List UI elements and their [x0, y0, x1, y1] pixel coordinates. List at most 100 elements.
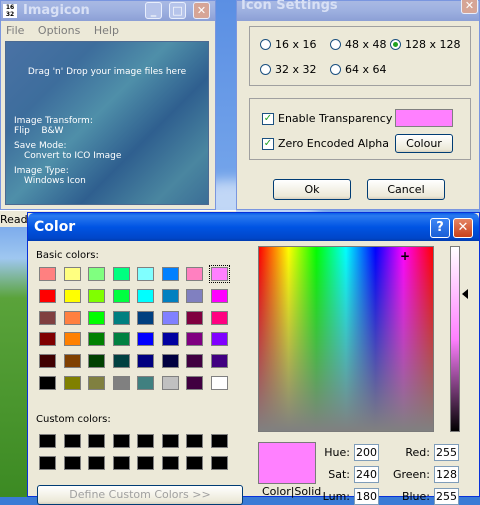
help-icon[interactable]: ? [430, 218, 450, 238]
basic-color-swatch[interactable] [161, 267, 179, 281]
basic-color-swatch[interactable] [63, 354, 81, 369]
close-icon[interactable]: ✕ [193, 2, 210, 19]
color-spectrum[interactable] [258, 246, 434, 432]
basic-color-swatch[interactable] [210, 332, 228, 347]
basic-color-swatch[interactable] [210, 310, 228, 325]
custom-color-swatch[interactable] [112, 455, 130, 470]
size-48-radio[interactable]: 48 x 48 [330, 38, 387, 51]
basic-color-swatch[interactable] [137, 267, 154, 281]
minimize-icon[interactable]: _ [145, 2, 162, 19]
basic-color-swatch[interactable] [39, 310, 56, 325]
basic-color-swatch[interactable] [112, 376, 130, 390]
sat-field[interactable]: 240 [354, 466, 379, 483]
basic-color-swatch[interactable] [186, 267, 203, 281]
settings-titlebar[interactable]: Icon Settings ✕ [237, 0, 479, 21]
ok-button[interactable]: Ok [273, 179, 351, 200]
color-titlebar[interactable]: Color ? ✕ [28, 213, 479, 241]
settings-close-icon[interactable]: ✕ [461, 0, 478, 14]
basic-color-swatch[interactable] [39, 267, 56, 281]
basic-color-swatch[interactable] [186, 376, 203, 390]
define-custom-colors-button[interactable]: Define Custom Colors >> [37, 485, 243, 505]
custom-color-swatch[interactable] [63, 455, 81, 470]
menu-file[interactable]: File [1, 22, 29, 39]
basic-color-swatch[interactable] [186, 310, 203, 325]
color-close-icon[interactable]: ✕ [453, 218, 473, 238]
menu-help[interactable]: Help [89, 22, 124, 39]
basic-color-swatch[interactable] [208, 265, 230, 283]
basic-color-swatch[interactable] [88, 354, 105, 369]
basic-color-swatch[interactable] [137, 288, 154, 303]
basic-color-swatch[interactable] [63, 267, 81, 281]
custom-color-swatch[interactable] [39, 455, 56, 470]
custom-color-swatch[interactable] [88, 434, 105, 448]
maximize-icon[interactable]: □ [169, 2, 186, 19]
green-field[interactable]: 128 [434, 466, 459, 483]
size-32-radio[interactable]: 32 x 32 [260, 63, 317, 76]
basic-color-swatch[interactable] [39, 288, 56, 303]
basic-color-swatch[interactable] [63, 376, 81, 390]
basic-color-swatch[interactable] [112, 354, 130, 369]
basic-color-swatch[interactable] [63, 332, 81, 347]
red-field[interactable]: 255 [434, 444, 459, 461]
basic-color-swatch[interactable] [39, 354, 56, 369]
hue-field[interactable]: 200 [354, 444, 379, 461]
custom-color-swatch[interactable] [186, 434, 203, 448]
custom-color-swatch[interactable] [210, 455, 228, 470]
basic-color-swatch[interactable] [210, 376, 228, 390]
basic-color-swatch[interactable] [39, 332, 56, 347]
basic-color-swatch[interactable] [186, 354, 203, 369]
basic-color-swatch[interactable] [112, 310, 130, 325]
basic-color-swatch[interactable] [137, 310, 154, 325]
custom-color-swatch[interactable] [210, 434, 228, 448]
sat-label: Sat: [328, 468, 350, 481]
basic-color-swatch[interactable] [112, 267, 130, 281]
custom-color-swatch[interactable] [88, 455, 105, 470]
basic-color-swatch[interactable] [161, 376, 179, 390]
custom-color-swatch[interactable] [39, 434, 56, 448]
custom-color-swatch[interactable] [112, 434, 130, 448]
custom-color-swatch[interactable] [137, 434, 154, 448]
custom-color-swatch[interactable] [137, 455, 154, 470]
menubar: File Options Help [1, 22, 215, 40]
size-16-radio[interactable]: 16 x 16 [260, 38, 317, 51]
luminance-bar[interactable] [450, 246, 460, 432]
basic-color-swatch[interactable] [137, 354, 154, 369]
basic-color-swatch[interactable] [88, 332, 105, 347]
basic-color-swatch[interactable] [137, 332, 154, 347]
imagicon-titlebar[interactable]: 16 32 Imagicon _ □ ✕ [1, 1, 215, 21]
basic-color-swatch[interactable] [63, 288, 81, 303]
basic-color-swatch[interactable] [39, 376, 56, 390]
image-type-value: Windows Icon [24, 176, 86, 186]
basic-color-swatch[interactable] [210, 354, 228, 369]
basic-color-swatch[interactable] [210, 288, 228, 303]
basic-color-swatch[interactable] [88, 288, 105, 303]
size-64-radio[interactable]: 64 x 64 [330, 63, 387, 76]
transparency-group: ✓ Enable Transparency ✓ Zero Encoded Alpha… [249, 98, 471, 160]
basic-color-swatch[interactable] [88, 376, 105, 390]
size-128-radio[interactable]: 128 x 128 [390, 38, 461, 51]
luminance-arrow-icon[interactable] [462, 289, 468, 299]
basic-color-swatch[interactable] [186, 332, 203, 347]
cancel-button[interactable]: Cancel [367, 179, 445, 200]
basic-color-swatch[interactable] [88, 310, 105, 325]
menu-options[interactable]: Options [33, 22, 85, 39]
basic-color-swatch[interactable] [88, 267, 105, 281]
basic-color-swatch[interactable] [161, 332, 179, 347]
custom-color-swatch[interactable] [161, 455, 179, 470]
enable-transparency-checkbox[interactable]: ✓ Enable Transparency [262, 112, 392, 125]
basic-color-swatch[interactable] [161, 310, 179, 325]
zero-alpha-checkbox[interactable]: ✓ Zero Encoded Alpha [262, 137, 389, 150]
basic-color-swatch[interactable] [137, 376, 154, 390]
drop-zone[interactable]: Drag 'n' Drop your image files here Imag… [5, 41, 209, 205]
transform-label: Image Transform: [14, 116, 93, 126]
basic-color-swatch[interactable] [161, 288, 179, 303]
custom-color-swatch[interactable] [63, 434, 81, 448]
custom-color-swatch[interactable] [186, 455, 203, 470]
custom-color-swatch[interactable] [161, 434, 179, 448]
basic-color-swatch[interactable] [63, 310, 81, 325]
basic-color-swatch[interactable] [112, 332, 130, 347]
colour-button[interactable]: Colour [395, 134, 453, 153]
basic-color-swatch[interactable] [112, 288, 130, 303]
basic-color-swatch[interactable] [161, 354, 179, 369]
basic-color-swatch[interactable] [186, 288, 203, 303]
